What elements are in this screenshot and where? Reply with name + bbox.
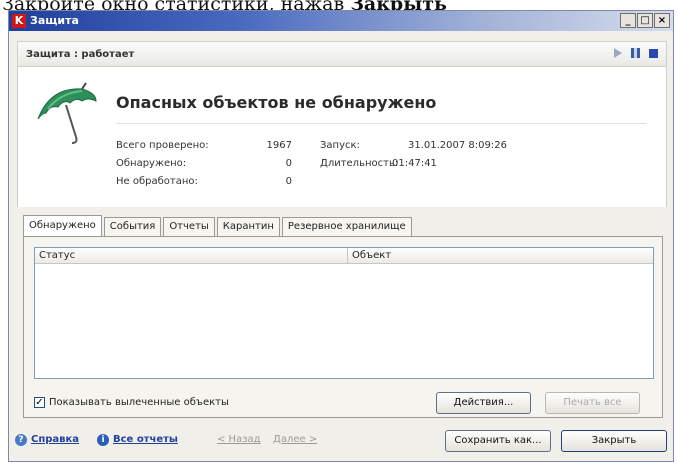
tab-quarantine[interactable]: Карантин [216,217,280,237]
all-reports-link[interactable]: Все отчеты [113,434,178,445]
footer-bar: ? Справка i Все отчеты < Назад Далее > С… [9,429,673,459]
tab-events[interactable]: События [103,217,162,237]
duration-label: Длительность: [320,158,399,169]
divider [116,123,646,124]
close-button[interactable]: Закрыть [561,430,667,452]
info-icon[interactable]: i [97,434,109,446]
close-window-button[interactable]: × [654,13,670,28]
show-cured-checkbox[interactable]: ✓ [34,397,45,408]
tab-panel: Статус Объект ✓ Показывать вылеченные об… [23,236,663,418]
play-icon[interactable] [614,48,622,58]
duration-value: 01:47:41 [392,158,437,169]
minimize-button[interactable]: _ [620,13,636,28]
kaspersky-icon: K [12,14,26,28]
save-as-button[interactable]: Сохранить как... [445,430,551,452]
protection-status: Защита : работает [26,49,135,60]
tab-detected[interactable]: Обнаружено [23,215,102,237]
stat-value-unprocessed: 0 [285,176,292,187]
stat-label-detected: Обнаружено: [116,158,187,169]
column-object[interactable]: Объект [348,248,653,264]
detected-objects-list[interactable]: Статус Объект [34,247,654,379]
start-value: 31.01.2007 8:09:26 [408,140,507,151]
stat-value-total: 1967 [266,140,292,151]
tab-bar: Обнаружено События Отчеты Карантин Резер… [23,215,414,237]
show-cured-option[interactable]: ✓ Показывать вылеченные объекты [34,397,229,408]
stat-value-detected: 0 [285,158,292,169]
window-title: Защита [30,14,79,27]
protection-window: K Защита _ □ × Защита : работает Опасных… [8,10,674,462]
next-link[interactable]: Далее > [273,434,317,445]
title-bar[interactable]: K Защита _ □ × [9,11,673,31]
actions-button[interactable]: Действия... [436,392,531,414]
headline: Опасных объектов не обнаружено [116,93,437,112]
status-strip: Защита : работает [17,41,667,67]
tab-reports[interactable]: Отчеты [163,217,215,237]
stat-label-unprocessed: Не обработано: [116,176,198,187]
summary-panel: Опасных объектов не обнаружено Всего про… [17,67,667,207]
back-link[interactable]: < Назад [217,434,261,445]
help-link[interactable]: Справка [31,434,79,445]
start-label: Запуск: [320,140,360,151]
maximize-button[interactable]: □ [637,13,653,28]
show-cured-label[interactable]: Показывать вылеченные объекты [49,397,229,408]
umbrella-icon [37,82,97,144]
pause-icon[interactable] [631,48,640,58]
help-icon[interactable]: ? [15,434,27,446]
print-all-button[interactable]: Печать все [545,392,640,414]
column-status[interactable]: Статус [35,248,348,264]
stop-icon[interactable] [649,48,658,58]
stat-label-total: Всего проверено: [116,140,209,151]
tab-backup[interactable]: Резервное хранилище [281,217,412,237]
